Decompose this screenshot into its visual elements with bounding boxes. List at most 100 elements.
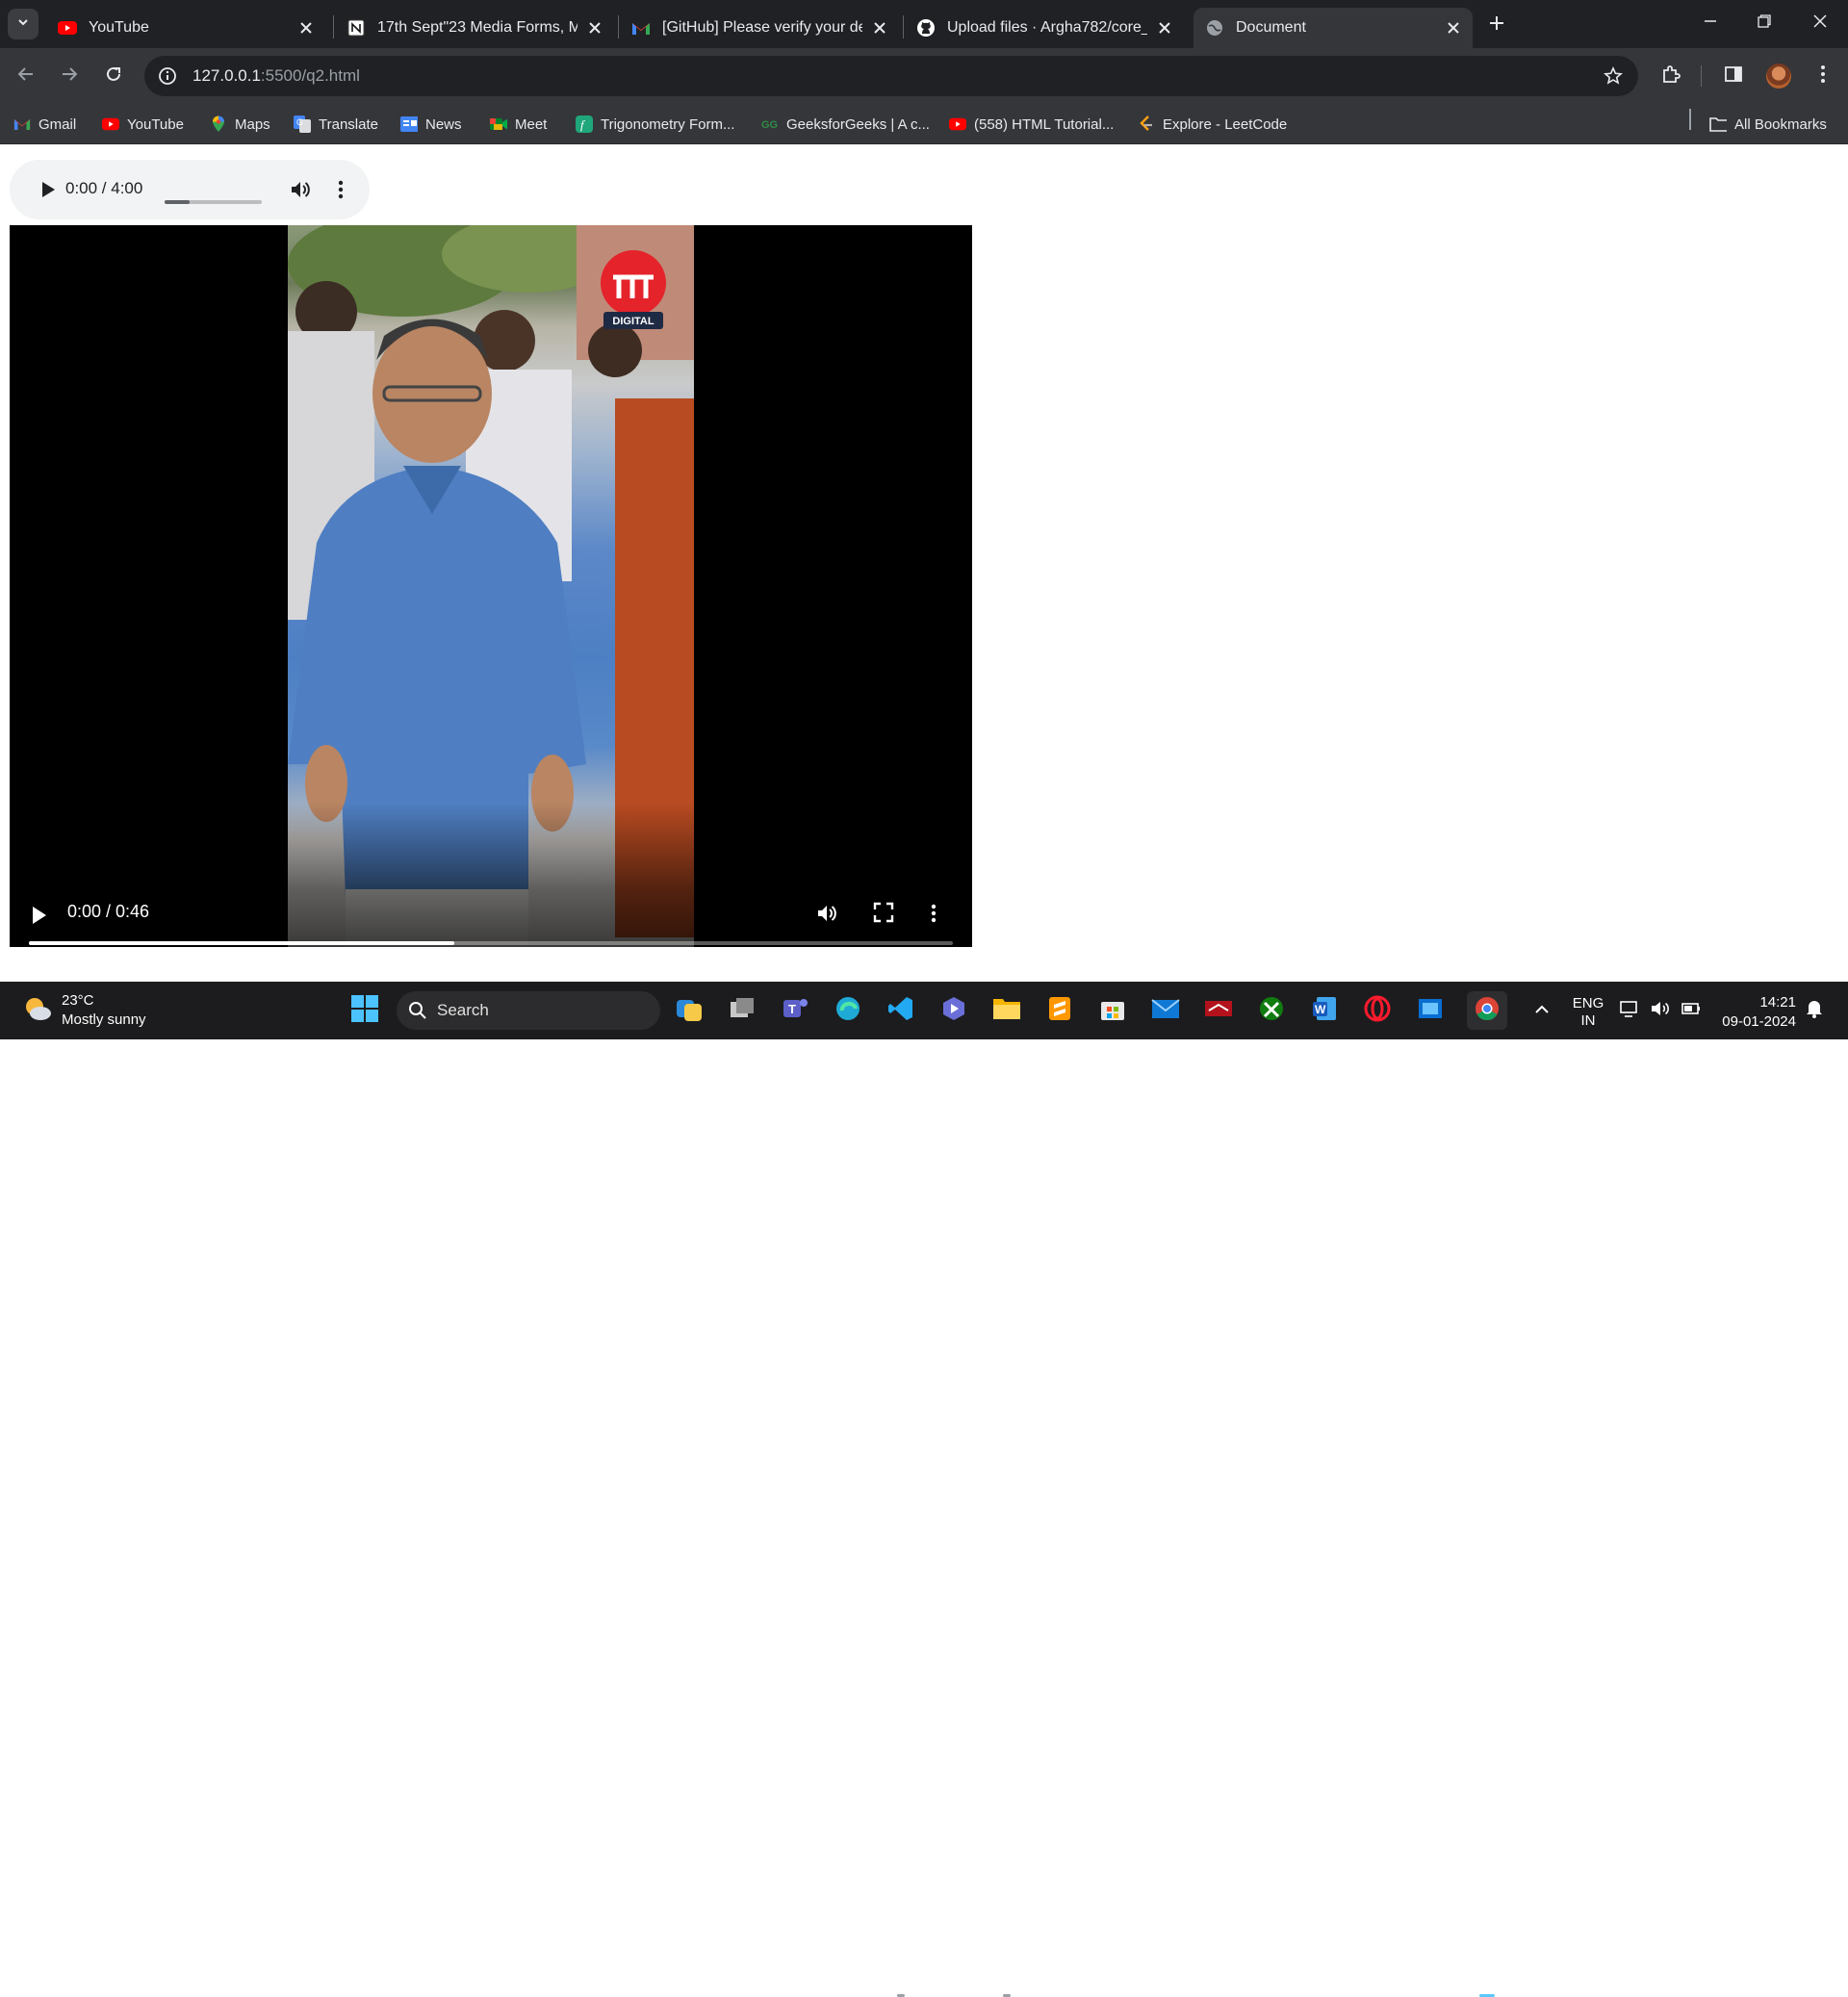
start-button[interactable] [348, 994, 381, 1027]
tray-overflow-button[interactable] [1526, 994, 1558, 1027]
fullscreen-icon[interactable] [873, 902, 894, 928]
xbox-icon [1258, 995, 1285, 1027]
url-path: :5500/q2.html [260, 66, 360, 85]
leetcode-icon [1138, 115, 1155, 133]
edge-icon [834, 995, 861, 1027]
more-vertical-icon[interactable] [931, 902, 937, 930]
all-bookmarks-button[interactable]: All Bookmarks [1709, 112, 1827, 137]
bookmark-label: Explore - LeetCode [1163, 115, 1288, 133]
close-icon[interactable] [296, 18, 316, 38]
weather-widget[interactable]: 23°C Mostly sunny [21, 991, 146, 1030]
taskbar-file-explorer[interactable] [990, 994, 1023, 1027]
vscode-icon [887, 995, 914, 1027]
tab-upload-files[interactable]: Upload files · Argha782/core_ht [905, 8, 1184, 48]
taskbar-app-blue[interactable] [1414, 994, 1447, 1027]
volume-icon[interactable] [815, 902, 838, 930]
side-panel-icon [1724, 64, 1743, 89]
audio-time: 0:00 / 4:00 [65, 179, 143, 197]
taskbar-copilot[interactable] [673, 994, 706, 1027]
language-indicator[interactable]: ENG IN [1569, 995, 1607, 1030]
back-button[interactable] [11, 61, 41, 91]
taskbar-store[interactable] [1096, 994, 1129, 1027]
svg-text:W: W [1315, 1003, 1326, 1016]
new-tab-button[interactable] [1482, 11, 1511, 39]
taskbar-app-red[interactable] [1202, 994, 1235, 1027]
tab-document[interactable]: Document [1194, 8, 1473, 48]
extensions-button[interactable] [1656, 61, 1686, 91]
bookmark-star-icon[interactable] [1600, 63, 1627, 90]
tab-title: YouTube [89, 19, 149, 36]
bookmark-label: (558) HTML Tutorial... [974, 115, 1115, 133]
taskbar-edge[interactable] [832, 994, 864, 1027]
bookmark-html-tutorial[interactable]: (558) HTML Tutorial... [949, 112, 1114, 137]
taskbar-word[interactable]: W [1308, 994, 1341, 1027]
audio-progress-slider[interactable] [165, 200, 262, 204]
taskbar-sublime[interactable] [1043, 994, 1076, 1027]
puzzle-icon [1661, 64, 1681, 89]
windows-icon [351, 994, 378, 1027]
tray-network[interactable] [1617, 994, 1642, 1027]
tab-github-verify[interactable]: [GitHub] Please verify your devi [620, 8, 899, 48]
svg-text:GG: GG [761, 119, 778, 130]
meet-icon [490, 115, 507, 133]
taskbar-app-hexagon[interactable] [937, 994, 970, 1027]
taskbar: 23°C Mostly sunny Search T W ENG IN 14:2… [0, 982, 1848, 1997]
bookmark-geeksforgeeks[interactable]: GG GeeksforGeeks | A c... [761, 112, 930, 137]
taskbar-xbox[interactable] [1255, 994, 1288, 1027]
close-icon[interactable] [585, 18, 604, 38]
bookmark-youtube[interactable]: YouTube [102, 112, 184, 137]
play-icon[interactable] [38, 178, 58, 206]
taskbar-mail[interactable] [1149, 994, 1182, 1027]
tab-search-button[interactable] [8, 9, 38, 39]
video-player[interactable]: DIGITAL 0:00 / 0:46 [10, 225, 972, 947]
bookmark-label: Gmail [38, 115, 77, 133]
clock-time: 14:21 [1759, 994, 1796, 1011]
play-icon[interactable] [29, 903, 50, 933]
tray-battery[interactable] [1679, 994, 1704, 1027]
taskbar-opera[interactable] [1361, 994, 1394, 1027]
bookmark-gmail[interactable]: Gmail [13, 112, 76, 137]
video-progress-slider[interactable] [29, 941, 953, 945]
forward-button[interactable] [54, 61, 85, 91]
youtube-icon [949, 115, 966, 133]
taskbar-search[interactable]: Search [397, 991, 660, 1030]
mail-icon [1151, 997, 1180, 1025]
clock[interactable]: 14:21 09-01-2024 [1711, 993, 1796, 1032]
bookmark-label: Maps [235, 115, 270, 133]
close-icon[interactable] [1444, 18, 1463, 38]
close-window-button[interactable] [1798, 6, 1842, 40]
bookmark-maps[interactable]: Maps [210, 112, 270, 137]
audio-player[interactable]: 0:00 / 4:00 [10, 160, 370, 219]
close-icon[interactable] [870, 18, 889, 38]
reload-button[interactable] [98, 61, 129, 91]
bell-icon [1805, 998, 1824, 1024]
minimize-button[interactable] [1688, 6, 1732, 40]
volume-icon[interactable] [289, 178, 312, 206]
restore-button[interactable] [1742, 6, 1786, 40]
bookmark-meet[interactable]: Meet [490, 112, 547, 137]
more-vertical-icon [1820, 64, 1826, 89]
gmail-icon [631, 18, 651, 38]
chrome-icon [1474, 995, 1501, 1027]
news-icon [400, 115, 418, 133]
notifications-button[interactable] [1800, 994, 1829, 1027]
close-icon[interactable] [1155, 18, 1174, 38]
address-bar[interactable]: 127.0.0.1:5500/q2.html [144, 56, 1638, 96]
taskbar-task-view[interactable] [726, 994, 758, 1027]
more-vertical-icon[interactable] [338, 178, 344, 206]
bookmark-translate[interactable]: G Translate [294, 112, 378, 137]
taskbar-vscode[interactable] [885, 994, 917, 1027]
taskbar-teams[interactable]: T [779, 994, 811, 1027]
browser-menu-button[interactable] [1808, 61, 1838, 91]
taskbar-chrome[interactable] [1467, 991, 1507, 1030]
site-info-icon[interactable] [148, 57, 187, 95]
profile-button[interactable] [1763, 61, 1794, 91]
tab-youtube[interactable]: YouTube [46, 8, 325, 48]
weather-desc: Mostly sunny [62, 1011, 146, 1028]
side-panel-button[interactable] [1718, 61, 1749, 91]
bookmark-leetcode[interactable]: Explore - LeetCode [1138, 112, 1287, 137]
bookmark-trigonometry[interactable]: f Trigonometry Form... [576, 112, 734, 137]
tab-media-forms[interactable]: 17th Sept"23 Media Forms, Mo [335, 8, 614, 48]
tray-volume[interactable] [1648, 994, 1673, 1027]
bookmark-news[interactable]: News [400, 112, 462, 137]
